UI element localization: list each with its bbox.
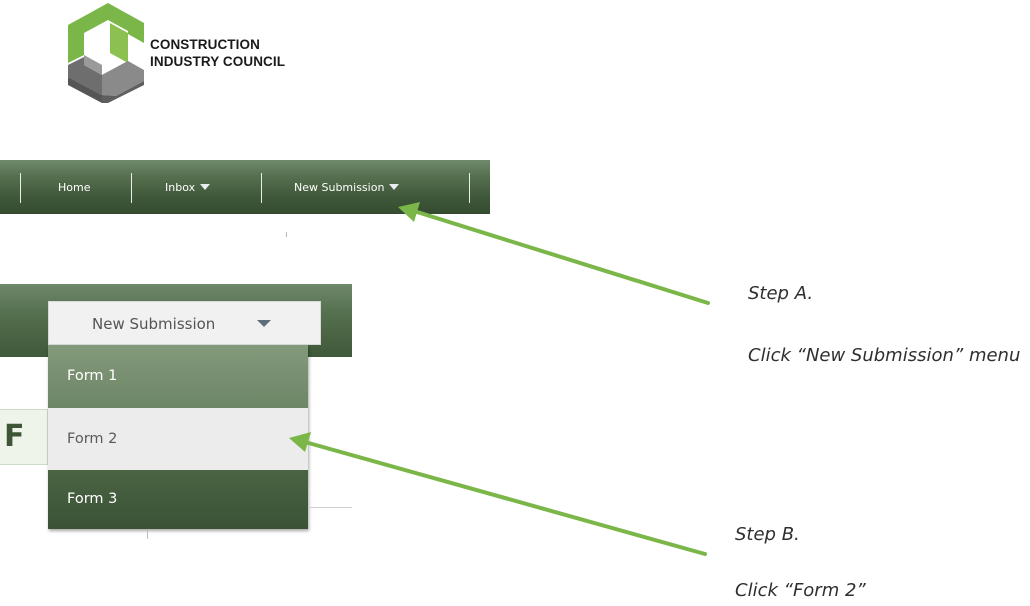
caret-down-icon (200, 184, 211, 190)
nav-home-label: Home (58, 181, 91, 194)
nav-separator (261, 173, 262, 203)
menu-item-label: Form 3 (67, 491, 118, 507)
new-submission-label: New Submission (92, 315, 216, 333)
new-submission-dropdown: Form 1 Form 2 Form 3 (48, 345, 308, 529)
logo-wordmark: CONSTRUCTION INDUSTRY COUNCIL (150, 36, 285, 70)
nav-inbox[interactable]: Inbox (165, 178, 211, 198)
nav-separator (469, 173, 470, 203)
nav-new-submission-label: New Submission (294, 181, 385, 194)
arrow-step-a (398, 202, 710, 305)
new-submission-menu-button[interactable]: New Submission (48, 301, 321, 345)
menu-item-form-1[interactable]: Form 1 (48, 345, 308, 408)
divider (147, 530, 148, 539)
nav-separator (20, 173, 21, 203)
logo-line-1: CONSTRUCTION (150, 37, 260, 52)
caret-down-icon (257, 320, 271, 327)
menu-item-label: Form 2 (67, 431, 118, 447)
menu-item-label: Form 1 (67, 368, 118, 384)
arrow-step-b (289, 432, 707, 556)
top-navbar: Home Inbox New Submission (0, 160, 490, 214)
partial-heading-text: F (4, 419, 25, 454)
divider (308, 507, 352, 508)
nav-home[interactable]: Home (58, 178, 90, 198)
step-b-instruction: Click “Form 2” (735, 580, 866, 601)
nav-new-submission[interactable]: New Submission (294, 178, 400, 198)
tutorial-page: CONSTRUCTION INDUSTRY COUNCIL Home Inbox… (0, 0, 1030, 606)
step-b-title: Step B. (735, 524, 800, 545)
cic-logo-icon (58, 3, 144, 103)
menu-item-form-2[interactable]: Form 2 (48, 408, 308, 470)
menu-item-form-3[interactable]: Form 3 (48, 470, 308, 529)
nav-separator (131, 173, 132, 203)
step-a-title: Step A. (748, 283, 814, 304)
step-a-instruction: Click “New Submission” menu (748, 345, 1021, 366)
partial-page-heading: F (0, 409, 48, 465)
caret-down-icon (389, 184, 400, 190)
nav-inbox-label: Inbox (165, 181, 196, 194)
divider (286, 232, 287, 237)
logo-line-2: INDUSTRY COUNCIL (150, 54, 286, 69)
